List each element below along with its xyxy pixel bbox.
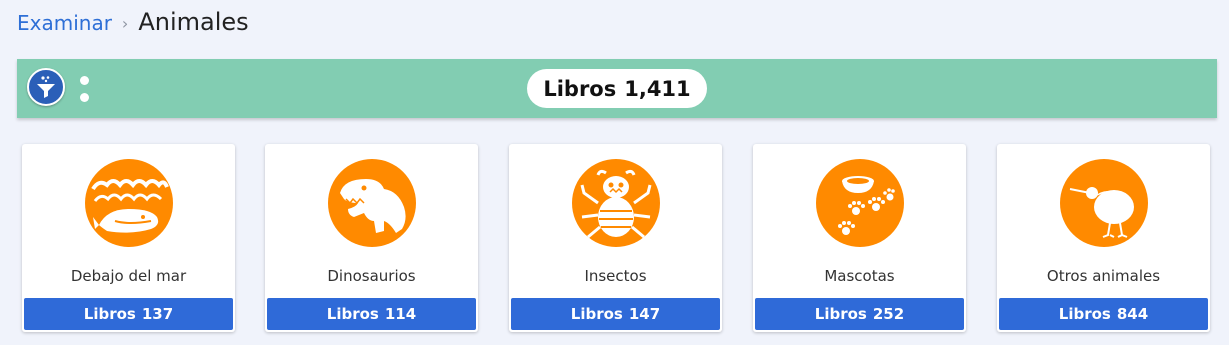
category-books-button[interactable]: Libros 137 — [24, 298, 233, 330]
breadcrumb-separator-icon: › — [121, 14, 129, 33]
page-title: Animales — [138, 8, 249, 36]
category-books-button[interactable]: Libros 252 — [755, 298, 964, 330]
books-label: Libros — [814, 305, 867, 323]
books-count: 147 — [628, 305, 661, 323]
books-label: Libros — [326, 305, 379, 323]
whale-waves-icon — [85, 159, 173, 247]
category-card-debajo-del-mar[interactable]: Debajo del mar Libros 137 — [22, 144, 235, 332]
category-title: Dinosaurios — [327, 267, 416, 285]
category-books-button[interactable]: Libros 147 — [511, 298, 720, 330]
category-books-button[interactable]: Libros 844 — [999, 298, 1208, 330]
category-card-otros-animales[interactable]: Otros animales Libros 844 — [997, 144, 1210, 332]
category-title: Otros animales — [1046, 267, 1161, 285]
vertical-dots-icon — [79, 76, 89, 85]
books-count: 137 — [141, 305, 174, 323]
breadcrumb: Examinar › Animales — [17, 8, 249, 36]
category-card-dinosaurios[interactable]: Dinosaurios Libros 114 — [265, 144, 478, 332]
category-books-button[interactable]: Libros 114 — [267, 298, 476, 330]
category-card-mascotas[interactable]: Mascotas Libros 252 — [753, 144, 966, 332]
category-title: Insectos — [584, 267, 647, 285]
category-title: Debajo del mar — [70, 267, 187, 285]
total-books-label: Libros — [543, 76, 617, 101]
bug-icon — [572, 159, 660, 247]
vertical-dot — [79, 93, 89, 102]
more-options-button[interactable] — [78, 76, 90, 102]
total-books-count: Libros 1,411 — [527, 69, 707, 108]
books-count: 252 — [872, 305, 905, 323]
breadcrumb-examinar-link[interactable]: Examinar — [17, 11, 112, 35]
books-label: Libros — [1058, 305, 1111, 323]
category-title: Mascotas — [824, 267, 895, 285]
filter-bar: Libros 1,411 — [17, 59, 1217, 118]
funnel-icon — [37, 76, 55, 98]
dinosaur-icon — [328, 159, 416, 247]
books-label: Libros — [570, 305, 623, 323]
kiwi-bird-icon — [1060, 159, 1148, 247]
filter-button[interactable] — [27, 68, 65, 106]
category-card-insectos[interactable]: Insectos Libros 147 — [509, 144, 722, 332]
total-books-value: 1,411 — [624, 76, 691, 101]
books-label: Libros — [83, 305, 136, 323]
books-count: 844 — [1116, 305, 1149, 323]
books-count: 114 — [384, 305, 417, 323]
pet-bowl-paws-icon — [816, 159, 904, 247]
